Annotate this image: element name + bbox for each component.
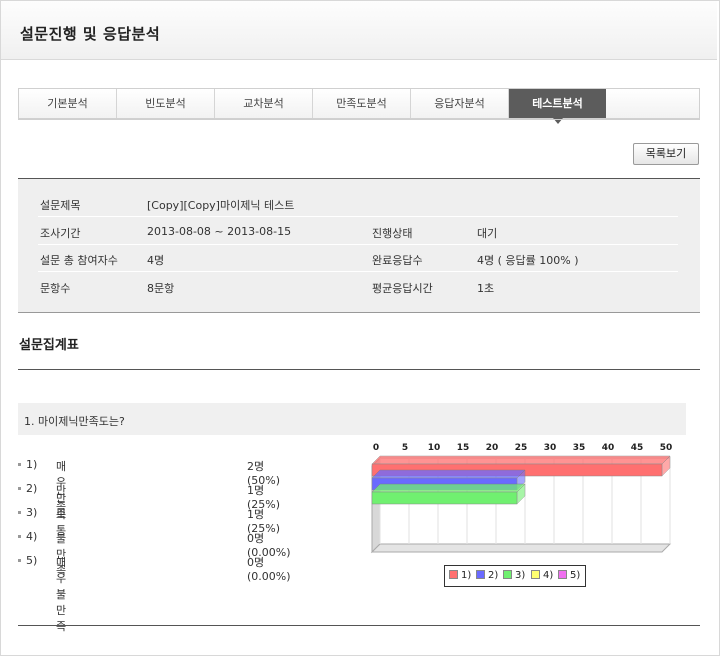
x-tick-label: 10 bbox=[428, 443, 441, 453]
section-title: 설문집계표 bbox=[19, 338, 79, 353]
bar-top bbox=[371, 455, 671, 465]
legend-swatch bbox=[531, 570, 540, 579]
info-row-participants: 설문 총 참여자수 4명 완료응답수 4명 ( 응답률 100% ) bbox=[38, 244, 678, 272]
x-tick-label: 20 bbox=[486, 443, 499, 453]
bullet-icon bbox=[18, 463, 21, 466]
chart-floor bbox=[370, 543, 672, 553]
tab-respondent-analysis[interactable]: 응답자분석 bbox=[411, 89, 509, 118]
bullet-icon bbox=[18, 559, 21, 562]
avg-time-label: 평균응답시간 bbox=[372, 282, 433, 295]
option-count: 0명 (0.00%) bbox=[247, 556, 291, 583]
x-tick-label: 35 bbox=[573, 443, 586, 453]
bar-top bbox=[371, 469, 526, 479]
x-tick-label: 30 bbox=[544, 443, 557, 453]
analysis-tabs: 기본분석 빈도분석 교차분석 만족도분석 응답자분석 테스트분석 bbox=[18, 88, 700, 124]
legend-swatch bbox=[476, 570, 485, 579]
bullet-icon bbox=[18, 511, 21, 514]
list-view-button[interactable]: 목록보기 bbox=[633, 143, 699, 165]
x-tick-label: 25 bbox=[515, 443, 528, 453]
completed-value: 4명 ( 응답률 100% ) bbox=[477, 254, 579, 267]
bar-top bbox=[371, 483, 526, 493]
response-bar-chart: 0 5 10 15 20 25 30 35 40 45 50 bbox=[370, 443, 673, 554]
chart-legend: 1) 2) 3) 4) 5) bbox=[444, 565, 586, 587]
bullet-icon bbox=[18, 487, 21, 490]
info-row-title: 설문제목 [Copy][Copy]마이제닉 테스트 bbox=[38, 189, 678, 217]
legend-swatch bbox=[449, 570, 458, 579]
status-label: 진행상태 bbox=[372, 227, 413, 240]
question-text: 1. 마이제닉만족도는? bbox=[24, 415, 125, 428]
info-row-period: 조사기간 2013-08-08 ~ 2013-08-15 진행상태 대기 bbox=[38, 217, 678, 245]
x-tick-label: 50 bbox=[660, 443, 673, 453]
legend-item: 2) bbox=[476, 570, 498, 581]
legend-swatch bbox=[503, 570, 512, 579]
legend-swatch bbox=[558, 570, 567, 579]
x-tick-label: 45 bbox=[631, 443, 644, 453]
legend-item: 5) bbox=[558, 570, 580, 581]
bottom-divider bbox=[18, 625, 700, 626]
period-label: 조사기간 bbox=[40, 227, 81, 240]
option-number: 1) bbox=[26, 458, 38, 471]
tab-cross-analysis[interactable]: 교차분석 bbox=[215, 89, 313, 118]
tab-satisfaction-analysis[interactable]: 만족도분석 bbox=[313, 89, 411, 118]
section-divider bbox=[18, 369, 700, 370]
x-tick-label: 40 bbox=[602, 443, 615, 453]
questions-value: 8문항 bbox=[147, 282, 175, 295]
legend-item: 4) bbox=[531, 570, 553, 581]
survey-title-label: 설문제목 bbox=[40, 199, 81, 212]
x-tick-label: 15 bbox=[457, 443, 470, 453]
completed-label: 완료응답수 bbox=[372, 254, 423, 267]
x-tick-label: 0 bbox=[373, 443, 379, 453]
survey-title-value: [Copy][Copy]마이제닉 테스트 bbox=[147, 199, 295, 212]
questions-label: 문항수 bbox=[40, 282, 71, 295]
page-header: 설문진행 및 응답분석 bbox=[1, 1, 717, 60]
survey-info-panel: 설문제목 [Copy][Copy]마이제닉 테스트 조사기간 2013-08-0… bbox=[18, 178, 700, 313]
question-header: 1. 마이제닉만족도는? bbox=[18, 403, 686, 435]
info-row-questions: 문항수 8문항 평균응답시간 1초 bbox=[38, 272, 678, 299]
option-number: 4) bbox=[26, 530, 38, 543]
tab-frequency-analysis[interactable]: 빈도분석 bbox=[117, 89, 215, 118]
participants-value: 4명 bbox=[147, 254, 165, 267]
option-number: 5) bbox=[26, 554, 38, 567]
option-number: 3) bbox=[26, 506, 38, 519]
bullet-icon bbox=[18, 535, 21, 538]
page-title: 설문진행 및 응답분석 bbox=[20, 25, 161, 43]
x-tick-label: 5 bbox=[402, 443, 408, 453]
tab-basic-analysis[interactable]: 기본분석 bbox=[19, 89, 117, 118]
legend-item: 1) bbox=[449, 570, 471, 581]
period-value: 2013-08-08 ~ 2013-08-15 bbox=[147, 225, 292, 238]
tab-divider bbox=[18, 119, 700, 120]
legend-item: 3) bbox=[503, 570, 525, 581]
option-label: 매우불만족 bbox=[56, 556, 67, 633]
avg-time-value: 1초 bbox=[477, 282, 495, 295]
participants-label: 설문 총 참여자수 bbox=[40, 254, 118, 267]
bar bbox=[371, 491, 518, 505]
tab-test-analysis[interactable]: 테스트분석 bbox=[509, 89, 606, 124]
status-value: 대기 bbox=[477, 227, 498, 240]
option-number: 2) bbox=[26, 482, 38, 495]
